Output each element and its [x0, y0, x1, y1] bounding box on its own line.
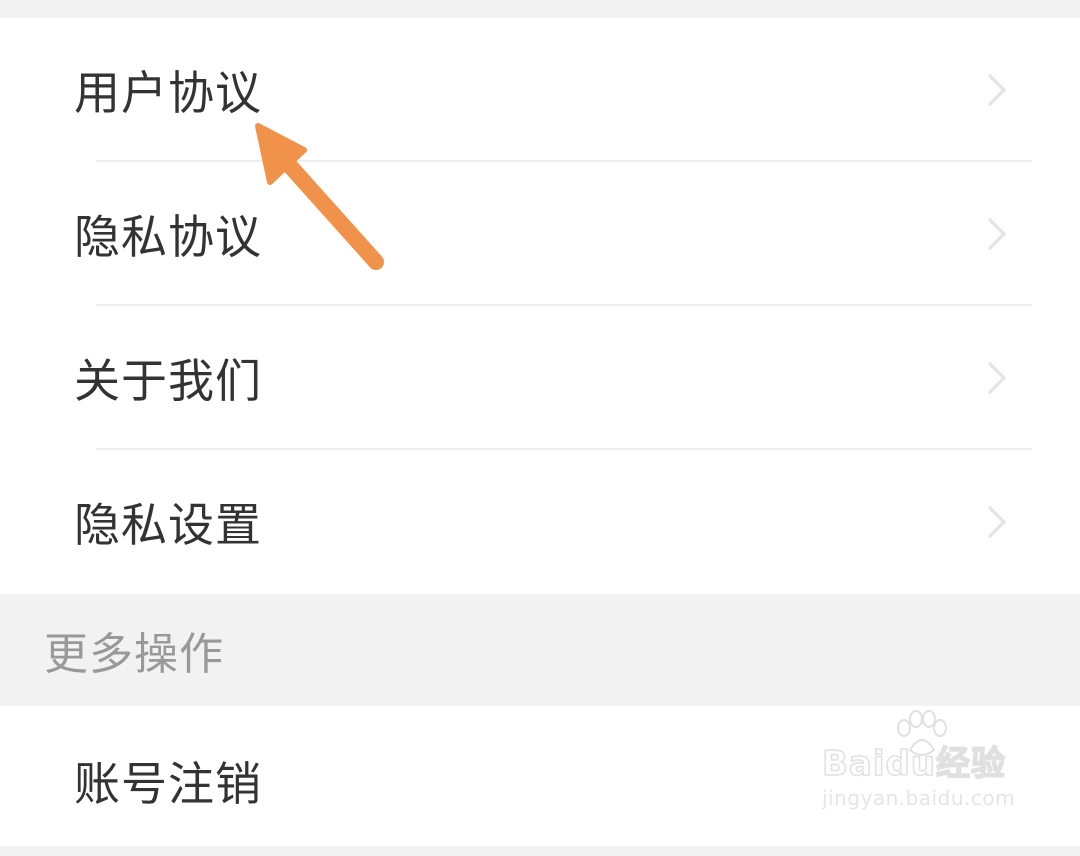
section-header-label: 更多操作	[44, 629, 224, 680]
settings-item-user-agreement[interactable]: 用户协议	[0, 18, 1080, 162]
settings-item-about-us[interactable]: 关于我们	[0, 306, 1080, 450]
chevron-right-icon	[988, 362, 1006, 394]
settings-item-label: 隐私协议	[74, 210, 262, 264]
settings-item-label: 关于我们	[74, 354, 262, 408]
settings-list: 用户协议 隐私协议 关于我们 隐私设置	[0, 18, 1080, 594]
more-actions-list: 账号注销	[0, 706, 1080, 846]
chevron-right-icon	[988, 506, 1006, 538]
settings-item-label: 用户协议	[74, 66, 262, 120]
chevron-right-icon	[988, 218, 1006, 250]
top-gap	[0, 0, 1080, 18]
section-header-more-actions: 更多操作	[0, 594, 1080, 706]
settings-item-label: 账号注销	[74, 757, 262, 811]
settings-item-account-cancellation[interactable]: 账号注销	[0, 706, 1080, 856]
chevron-right-icon	[988, 74, 1006, 106]
settings-item-label: 隐私设置	[74, 498, 262, 552]
settings-item-privacy-settings[interactable]: 隐私设置	[0, 450, 1080, 594]
settings-item-privacy-agreement[interactable]: 隐私协议	[0, 162, 1080, 306]
